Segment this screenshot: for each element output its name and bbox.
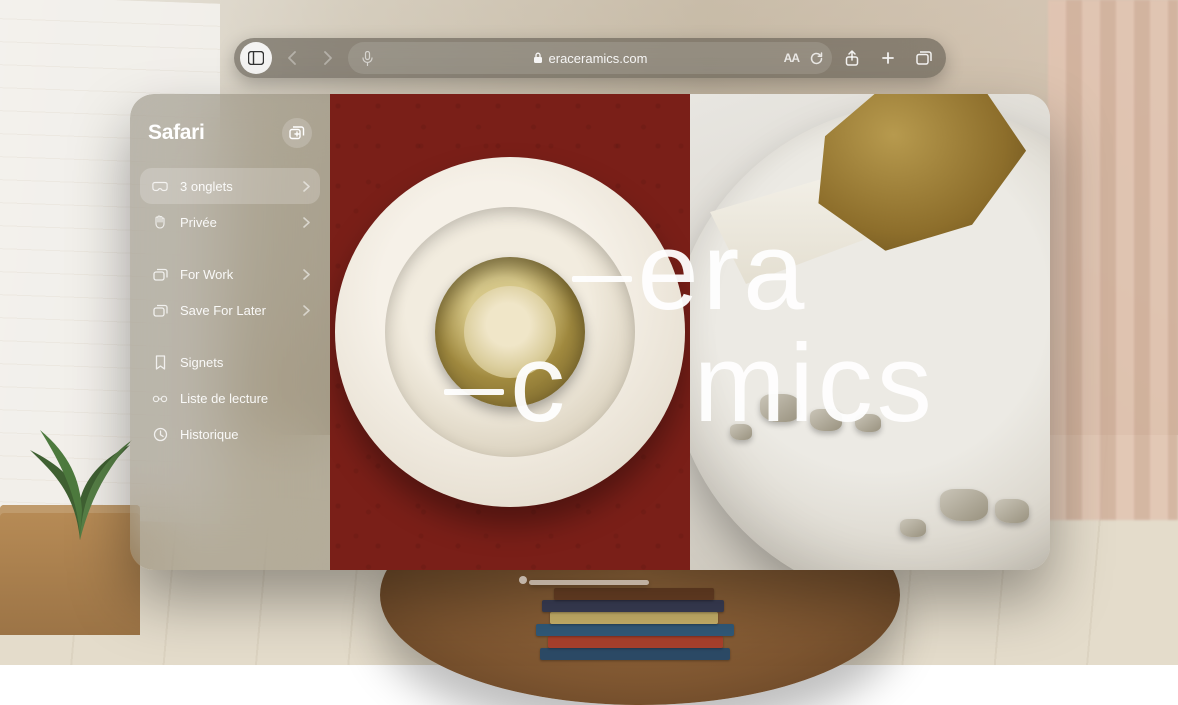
sidebar-tab-groups: 3 onglets Privée: [140, 168, 320, 240]
sidebar-collections: For Work Save For Later: [140, 256, 320, 328]
sidebar-title: Safari: [148, 121, 205, 145]
sidebar-item-label: 3 onglets: [180, 179, 233, 194]
stack-icon: [152, 266, 168, 282]
webpage-content[interactable]: era c mics: [330, 94, 1050, 570]
sidebar-item-label: Save For Later: [180, 303, 266, 318]
plant: [20, 400, 140, 540]
goggles-icon: [152, 178, 168, 194]
hero-image-right: [690, 94, 1050, 570]
bookmark-icon: [152, 354, 168, 370]
sidebar-item-label: Privée: [180, 215, 217, 230]
curtain: [1048, 0, 1178, 520]
sidebar-item-bookmarks[interactable]: Signets: [140, 344, 320, 380]
clock-icon: [152, 426, 168, 442]
forward-button[interactable]: [312, 42, 344, 74]
chevron-right-icon: [303, 181, 310, 192]
glasses-icon: [152, 390, 168, 406]
back-button[interactable]: [276, 42, 308, 74]
reload-button[interactable]: [809, 51, 824, 66]
share-button[interactable]: [836, 42, 868, 74]
sidebar-item-tabs[interactable]: 3 onglets: [140, 168, 320, 204]
chevron-right-icon: [303, 217, 310, 228]
window-grab-bar[interactable]: [529, 580, 649, 585]
sidebar: Safari 3 onglets Privée: [130, 94, 330, 570]
url-text: eraceramics.com: [549, 51, 648, 66]
sidebar-item-private[interactable]: Privée: [140, 204, 320, 240]
sidebar-item-for-work[interactable]: For Work: [140, 256, 320, 292]
sidebar-library: Signets Liste de lecture Historique: [140, 344, 320, 452]
books-stack: [530, 580, 740, 660]
sidebar-toggle-button[interactable]: [240, 42, 272, 74]
hand-icon: [152, 214, 168, 230]
sidebar-item-save-for-later[interactable]: Save For Later: [140, 292, 320, 328]
new-tab-group-button[interactable]: [282, 118, 312, 148]
window-resize-dot[interactable]: [519, 576, 527, 584]
hero-image-left: [330, 94, 690, 570]
microphone-icon[interactable]: [356, 51, 378, 66]
browser-toolbar: eraceramics.com AA: [234, 38, 946, 78]
tabs-overview-button[interactable]: [908, 42, 940, 74]
sidebar-item-label: Historique: [180, 427, 239, 442]
sidebar-item-label: Signets: [180, 355, 223, 370]
sidebar-item-label: Liste de lecture: [180, 391, 268, 406]
sidebar-item-history[interactable]: Historique: [140, 416, 320, 452]
chevron-right-icon: [303, 269, 310, 280]
lock-icon: [533, 52, 543, 64]
sidebar-item-label: For Work: [180, 267, 233, 282]
stack-icon: [152, 302, 168, 318]
browser-window: Safari 3 onglets Privée: [130, 94, 1050, 570]
address-bar[interactable]: eraceramics.com AA: [348, 42, 832, 74]
chevron-right-icon: [303, 305, 310, 316]
new-tab-button[interactable]: [872, 42, 904, 74]
sidebar-item-reading-list[interactable]: Liste de lecture: [140, 380, 320, 416]
reader-aa-button[interactable]: AA: [784, 51, 799, 65]
